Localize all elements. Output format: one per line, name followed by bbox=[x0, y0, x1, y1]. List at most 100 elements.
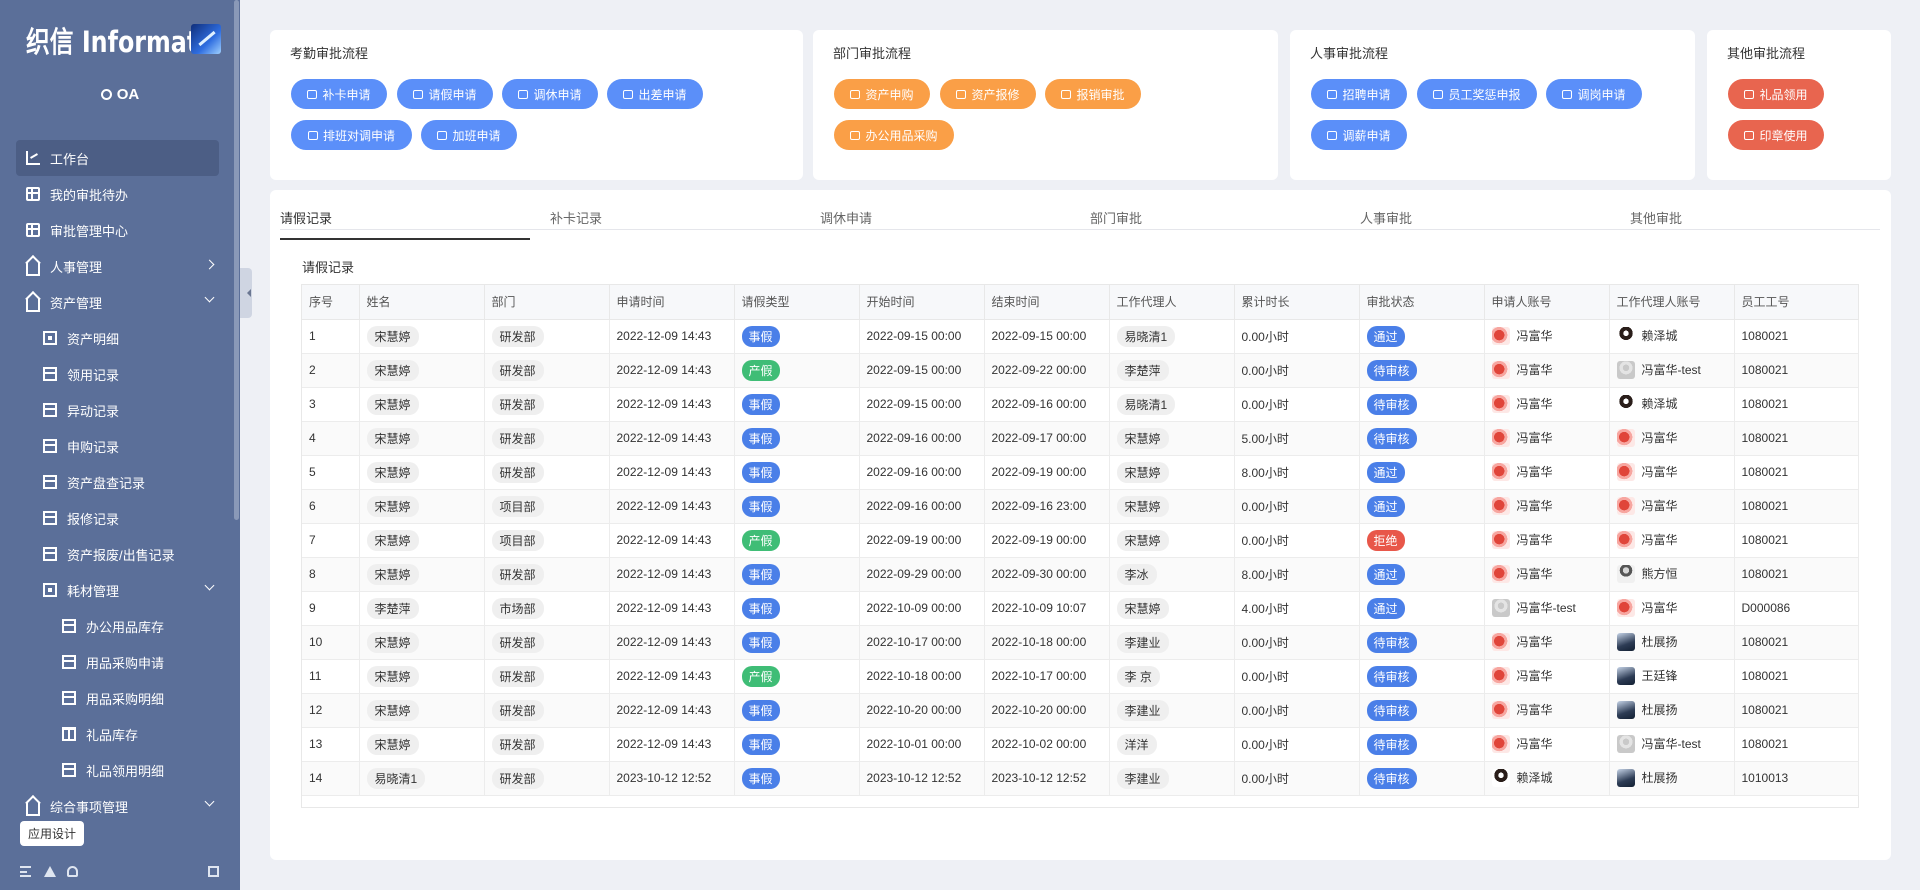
table-cell: 1080021 bbox=[1734, 659, 1859, 694]
user-menu[interactable]: OA bbox=[0, 86, 240, 103]
sidebar-item[interactable]: 我的审批待办 bbox=[16, 176, 219, 212]
cell-text: 0.00小时 bbox=[1241, 669, 1289, 684]
table-row[interactable]: 9 李楚萍 市场部 2022-12-09 14:43 事假 2022-10-09 00:0… bbox=[302, 591, 1859, 626]
column-header[interactable]: 请假类型 bbox=[734, 285, 860, 320]
column-header[interactable]: 累计时长 bbox=[1234, 285, 1360, 320]
table-row[interactable]: 5 宋慧婷 研发部 2022-12-09 14:43 事假 2022-09-16 00:0… bbox=[302, 455, 1859, 490]
sidebar-item[interactable]: 报修记录 bbox=[16, 500, 219, 536]
flow-button[interactable]: 调岗申请 bbox=[1546, 79, 1642, 109]
sidebar-item-label: 工作台 bbox=[50, 151, 90, 167]
table-row[interactable]: 8 宋慧婷 研发部 2022-12-09 14:43 事假 2022-09-29 00:0… bbox=[302, 557, 1859, 592]
column-header[interactable]: 申请人账号 bbox=[1484, 285, 1610, 320]
avatar bbox=[1491, 395, 1510, 413]
tab-hr[interactable]: 人事审批 bbox=[1360, 208, 1412, 230]
sidebar-toggle-icon[interactable] bbox=[208, 866, 219, 877]
tab-other[interactable]: 其他审批 bbox=[1630, 208, 1682, 230]
sidebar-item[interactable]: 办公用品库存 bbox=[16, 608, 219, 644]
sidebar-item[interactable]: 审批管理中心 bbox=[16, 212, 219, 248]
sidebar-item[interactable]: 礼品领用明细 bbox=[16, 752, 219, 788]
table-cell: 冯富华 bbox=[1484, 727, 1610, 762]
table-icon bbox=[62, 655, 76, 669]
table-cell: 熊方恒 bbox=[1609, 557, 1735, 592]
sidebar-item[interactable]: 资产管理 bbox=[16, 284, 219, 320]
sidebar-item[interactable]: 用品采购明细 bbox=[16, 680, 219, 716]
cell-text: 4.00小时 bbox=[1241, 601, 1289, 616]
table-row[interactable]: 12 宋慧婷 研发部 2022-12-09 14:43 事假 2022-10-20 00:… bbox=[302, 693, 1859, 728]
column-header[interactable]: 部门 bbox=[484, 285, 610, 320]
app-logo[interactable]: 织信 Informat bbox=[26, 20, 221, 60]
sidebar-item[interactable]: 礼品库存 bbox=[16, 716, 219, 752]
flow-button[interactable]: 报销审批 bbox=[1045, 79, 1141, 109]
cell-text: 2 bbox=[309, 363, 316, 377]
table-row[interactable]: 6 宋慧婷 项目部 2022-12-09 14:43 事假 2022-09-16 00:0… bbox=[302, 489, 1859, 524]
column-header[interactable]: 工作代理人账号 bbox=[1609, 285, 1735, 320]
sidebar-item[interactable]: 领用记录 bbox=[16, 356, 219, 392]
table-row[interactable]: 13 宋慧婷 研发部 2022-12-09 14:43 事假 2022-10-01 00:… bbox=[302, 727, 1859, 762]
flow-button[interactable]: 印章使用 bbox=[1728, 120, 1824, 150]
column-header[interactable]: 开始时间 bbox=[859, 285, 985, 320]
sidebar-item[interactable]: 申购记录 bbox=[16, 428, 219, 464]
table-cell: 通过 bbox=[1359, 489, 1485, 524]
flow-button[interactable]: 请假申请 bbox=[397, 79, 493, 109]
table-row[interactable]: 14 易晓清1 研发部 2023-10-12 12:52 事假 2023-10-12 12… bbox=[302, 761, 1859, 796]
flow-button[interactable]: 员工奖惩申报 bbox=[1417, 79, 1537, 109]
flow-button[interactable]: 资产申购 bbox=[834, 79, 930, 109]
table-cell: 易晓清1 bbox=[1109, 319, 1235, 354]
sidebar-item[interactable]: 工作台 bbox=[16, 140, 219, 176]
flow-button[interactable]: 加班申请 bbox=[421, 120, 517, 150]
user-name: OA bbox=[116, 86, 140, 103]
sidebar-scrollbar[interactable] bbox=[234, 0, 239, 520]
sidebar-item[interactable]: 资产明细 bbox=[16, 320, 219, 356]
flow-button[interactable]: 办公用品采购 bbox=[834, 120, 954, 150]
flow-button[interactable]: 补卡申请 bbox=[291, 79, 387, 109]
table-cell: 宋慧婷 bbox=[359, 319, 485, 354]
tab-card-records[interactable]: 补卡记录 bbox=[550, 208, 602, 230]
flow-button[interactable]: 礼品领用 bbox=[1728, 79, 1824, 109]
table-row[interactable]: 4 宋慧婷 研发部 2022-12-09 14:43 事假 2022-09-16 00:0… bbox=[302, 421, 1859, 456]
warning-icon[interactable] bbox=[44, 866, 56, 877]
tab-time-off[interactable]: 调休申请 bbox=[820, 208, 872, 230]
tab-department[interactable]: 部门审批 bbox=[1090, 208, 1142, 230]
sidebar-item[interactable]: 异动记录 bbox=[16, 392, 219, 428]
sidebar-item-label: 资产明细 bbox=[67, 331, 120, 347]
column-header[interactable]: 序号 bbox=[302, 285, 360, 320]
sidebar-item[interactable]: 资产盘查记录 bbox=[16, 464, 219, 500]
sidebar-item[interactable]: 综合事项管理 bbox=[16, 788, 219, 824]
table-row[interactable]: 1 宋慧婷 研发部 2022-12-09 14:43 事假 2022-09-15 00:0… bbox=[302, 319, 1859, 354]
sidebar-item[interactable]: 资产报废/出售记录 bbox=[16, 536, 219, 572]
app-design-button[interactable]: 应用设计 bbox=[20, 821, 85, 846]
flow-button[interactable]: 出差申请 bbox=[607, 79, 703, 109]
sidebar-collapse-handle[interactable] bbox=[240, 268, 252, 318]
column-header[interactable]: 姓名 bbox=[359, 285, 485, 320]
value-chip: 宋慧婷 bbox=[1116, 597, 1169, 619]
leave-type-tag: 事假 bbox=[741, 733, 780, 755]
table-cell: 李楚萍 bbox=[1109, 353, 1235, 388]
value-chip: 宋慧婷 bbox=[1116, 529, 1169, 551]
table-row[interactable]: 7 宋慧婷 项目部 2022-12-09 14:43 产假 2022-09-19 00:0… bbox=[302, 523, 1859, 558]
column-header[interactable]: 员工工号 bbox=[1734, 285, 1859, 320]
column-header[interactable]: 工作代理人 bbox=[1109, 285, 1235, 320]
table-row[interactable]: 11 宋慧婷 研发部 2022-12-09 14:43 产假 2022-10-18 00:… bbox=[302, 659, 1859, 694]
sidebar-item[interactable]: 人事管理 bbox=[16, 248, 219, 284]
table-row[interactable]: 10 宋慧婷 研发部 2022-12-09 14:43 事假 2022-10-17 00:… bbox=[302, 625, 1859, 660]
table-row[interactable]: 2 宋慧婷 研发部 2022-12-09 14:43 产假 2022-09-15 00:0… bbox=[302, 353, 1859, 388]
sidebar-item[interactable]: 耗材管理 bbox=[16, 572, 219, 608]
tab-leave-records[interactable]: 请假记录 bbox=[280, 208, 332, 230]
sidebar-item[interactable]: 用品采购申请 bbox=[16, 644, 219, 680]
flow-button[interactable]: 调休申请 bbox=[502, 79, 598, 109]
flow-button[interactable]: 资产报修 bbox=[940, 79, 1036, 109]
bell-icon[interactable] bbox=[67, 866, 78, 877]
menu-icon[interactable] bbox=[20, 866, 31, 877]
table-row[interactable]: 3 宋慧婷 研发部 2022-12-09 14:43 事假 2022-09-15 00:0… bbox=[302, 387, 1859, 422]
status-badge: 待审核 bbox=[1366, 359, 1417, 381]
column-header[interactable]: 申请时间 bbox=[609, 285, 735, 320]
flow-button[interactable]: 调薪申请 bbox=[1311, 120, 1407, 150]
table-cell: 李 京 bbox=[1109, 659, 1235, 694]
flow-button[interactable]: 招聘申请 bbox=[1311, 79, 1407, 109]
cell-text: 1080021 bbox=[1741, 737, 1789, 751]
column-header[interactable]: 审批状态 bbox=[1359, 285, 1485, 320]
cart-icon bbox=[850, 89, 861, 99]
cell-text: 杜展扬 bbox=[1641, 703, 1678, 717]
column-header[interactable]: 结束时间 bbox=[984, 285, 1110, 320]
flow-button[interactable]: 排班对调申请 bbox=[291, 120, 412, 150]
